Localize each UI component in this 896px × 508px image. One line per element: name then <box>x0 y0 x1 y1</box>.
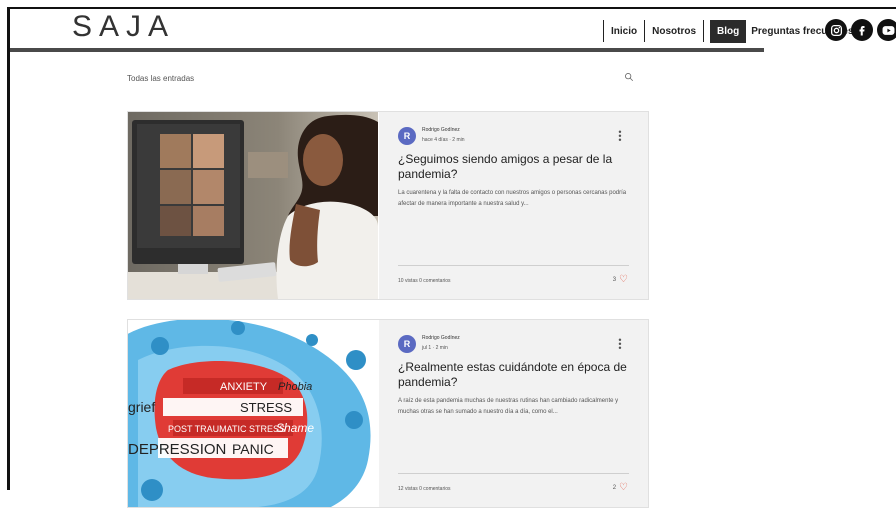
instagram-icon[interactable] <box>825 19 847 41</box>
post-cover-image[interactable]: ANXIETY Phobia grief STRESS POST TRAUMAT… <box>128 320 378 507</box>
likes-counter[interactable]: 3 ♡ <box>613 274 628 285</box>
image-word: DEPRESSION <box>128 441 226 458</box>
image-word: ANXIETY <box>220 381 268 393</box>
nav-separator <box>644 20 646 42</box>
nav-separator <box>603 20 604 42</box>
post-excerpt: A raíz de esta pandemia muchas de nuestr… <box>398 398 619 415</box>
blog-post-card[interactable]: ANXIETY Phobia grief STRESS POST TRAUMAT… <box>127 319 649 508</box>
search-icon[interactable] <box>624 72 636 84</box>
heart-icon[interactable]: ♡ <box>619 274 628 285</box>
window-frame-top <box>7 7 896 9</box>
social-links <box>825 19 896 41</box>
image-word: POST TRAUMATIC STRESS <box>168 424 285 434</box>
post-body: R Rodrigo Godínez jul 1 · 2 min • • • ¿Rea… <box>379 320 648 507</box>
more-options-icon[interactable]: • • • <box>617 336 623 353</box>
image-word: Phobia <box>278 381 312 393</box>
post-meta: hace 4 días · 2 min <box>422 137 465 143</box>
nav-item-inicio[interactable]: Inicio <box>611 23 637 40</box>
post-body: R Rodrigo Godínez hace 4 días · 2 min • •… <box>379 112 648 299</box>
likes-counter[interactable]: 2 ♡ <box>613 482 628 493</box>
nav-item-blog[interactable]: Blog <box>710 19 747 43</box>
likes-count: 3 <box>612 276 617 283</box>
post-excerpt: La cuarentena y la falta de contacto con… <box>398 190 627 207</box>
all-posts-link[interactable]: Todas las entradas <box>127 74 194 83</box>
main-nav: Inicio Nosotros Blog Preguntas frecuente… <box>596 18 854 44</box>
site-logo[interactable]: SAJA <box>72 10 175 44</box>
image-word: grief <box>128 399 155 415</box>
post-meta: jul 1 · 2 min <box>422 345 448 351</box>
author-avatar[interactable]: R <box>398 127 416 145</box>
blog-subnav: Todas las entradas <box>127 72 647 84</box>
facebook-icon[interactable] <box>851 19 873 41</box>
post-stats: 10 vistas 0 comentarios <box>398 278 451 284</box>
image-word: Shame <box>276 421 314 435</box>
window-frame-left <box>7 7 10 490</box>
heart-icon[interactable]: ♡ <box>619 482 628 493</box>
card-divider <box>398 473 629 474</box>
card-divider <box>398 265 629 266</box>
post-cover-image[interactable] <box>128 112 378 299</box>
image-word: PANIC <box>232 441 274 457</box>
nav-separator <box>703 20 705 42</box>
youtube-icon[interactable] <box>877 19 896 41</box>
nav-item-nosotros[interactable]: Nosotros <box>652 23 696 40</box>
more-options-icon[interactable]: • • • <box>617 128 623 145</box>
post-title[interactable]: ¿Realmente estas cuidándote en época de … <box>398 360 628 390</box>
post-title[interactable]: ¿Seguimos siendo amigos a pesar de la pa… <box>398 152 628 182</box>
author-name[interactable]: Rodrigo Godínez <box>422 127 460 133</box>
image-word: STRESS <box>240 400 292 415</box>
author-avatar[interactable]: R <box>398 335 416 353</box>
blog-post-card[interactable]: R Rodrigo Godínez hace 4 días · 2 min • •… <box>127 111 649 300</box>
header-divider <box>10 48 764 52</box>
post-stats: 12 vistas 0 comentarios <box>398 486 451 492</box>
author-name[interactable]: Rodrigo Godínez <box>422 335 460 341</box>
